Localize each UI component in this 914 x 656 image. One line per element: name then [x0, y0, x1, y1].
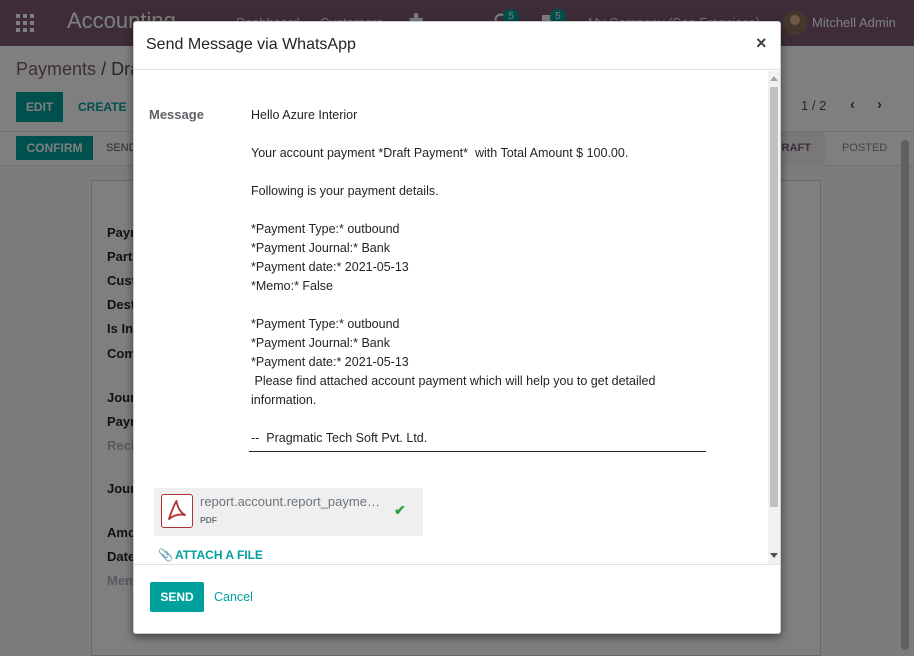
paperclip-icon: 📎 — [158, 548, 173, 562]
dialog-header: Send Message via WhatsApp × — [134, 22, 780, 70]
message-textarea[interactable]: Hello Azure Interior Your account paymen… — [251, 106, 706, 448]
close-icon[interactable]: × — [756, 33, 767, 54]
attach-file-label: ATTACH A FILE — [174, 548, 263, 562]
dialog-scrollbar[interactable] — [768, 71, 780, 564]
scroll-up-arrow-icon[interactable] — [770, 76, 778, 81]
attachment-name[interactable]: report.account.report_payment_receipt.pd… — [200, 494, 385, 509]
message-field-underline — [249, 451, 706, 452]
pdf-file-icon — [161, 494, 193, 528]
attachment-card[interactable]: report.account.report_payment_receipt.pd… — [154, 488, 423, 536]
dialog-title: Send Message via WhatsApp — [146, 36, 356, 53]
dialog-footer: SEND Cancel — [134, 564, 780, 633]
message-label: Message — [149, 107, 204, 122]
scrollbar-thumb[interactable] — [770, 87, 778, 507]
attach-file-button[interactable]: 📎 ATTACH A FILE — [158, 548, 263, 562]
attachment-extension: PDF — [200, 515, 217, 525]
check-icon: ✔ — [394, 502, 406, 518]
send-button[interactable]: SEND — [150, 582, 204, 612]
cancel-button[interactable]: Cancel — [214, 582, 253, 612]
scroll-down-arrow-icon[interactable] — [770, 553, 778, 558]
whatsapp-dialog: Send Message via WhatsApp × Message Hell… — [133, 21, 781, 634]
dialog-body: Message Hello Azure Interior Your accoun… — [134, 71, 780, 564]
